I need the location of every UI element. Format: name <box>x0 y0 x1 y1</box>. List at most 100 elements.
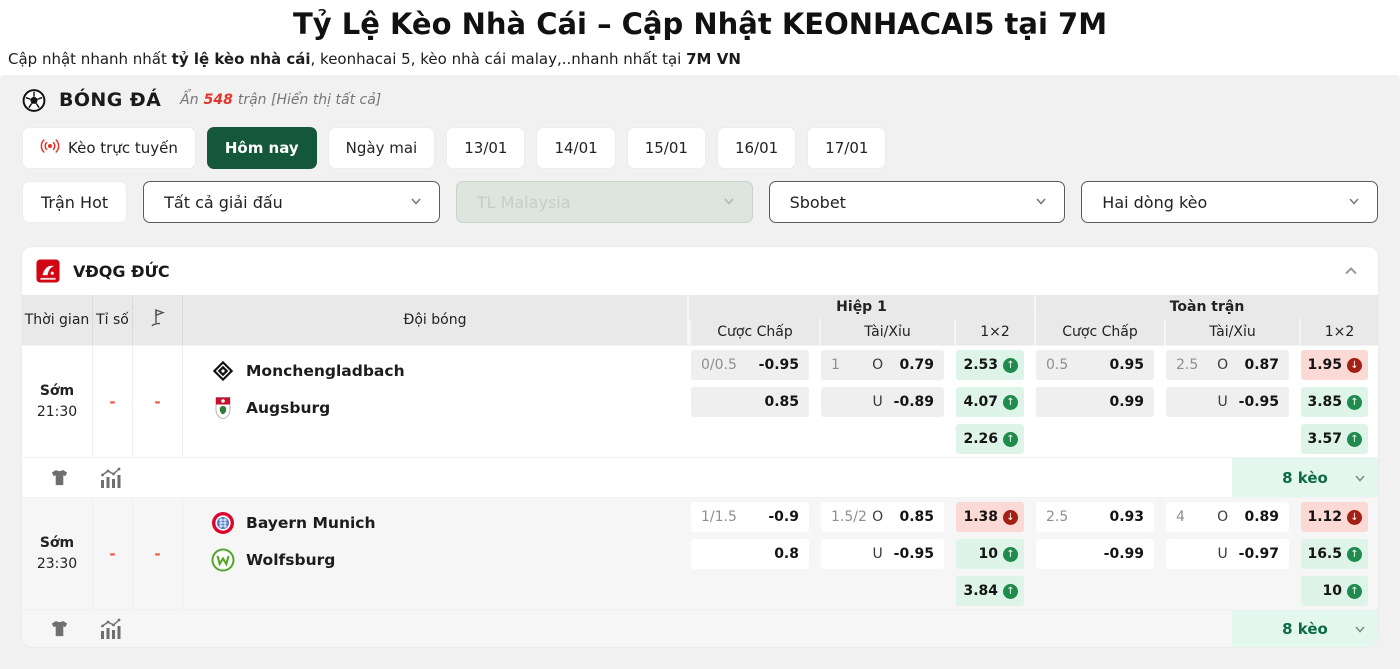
soccer-ball-icon <box>22 88 46 112</box>
away-team-link[interactable]: Wolfsburg <box>211 548 689 572</box>
h1-under-odds[interactable]: U-0.89 <box>821 387 944 417</box>
tab-date-16-01[interactable]: 16/01 <box>717 127 796 169</box>
chevron-up-icon[interactable] <box>1340 260 1362 282</box>
hot-matches-button[interactable]: Trận Hot <box>22 181 127 223</box>
h1-1x2-away-odds[interactable]: 4.07↑ <box>956 387 1024 417</box>
odds-up-icon: ↑ <box>1003 432 1018 447</box>
augsburg-logo-icon <box>211 396 235 420</box>
bundesliga-logo-icon <box>36 259 60 283</box>
h1-handicap-away-odds[interactable]: 0.85 <box>691 387 809 417</box>
col-score: Tỉ số <box>93 295 133 345</box>
col-h1-handicap: Cược Chấp <box>689 319 819 345</box>
match-corners: - <box>133 498 183 609</box>
chevron-down-icon <box>1352 470 1368 486</box>
home-team-link[interactable]: Monchengladbach <box>211 359 689 383</box>
jersey-icon[interactable] <box>50 468 69 487</box>
ft-handicap-home-odds[interactable]: 0.50.95 <box>1036 350 1154 380</box>
sport-title: BÓNG ĐÁ <box>59 89 161 111</box>
group-first-half: Hiệp 1 <box>689 295 1034 319</box>
odds-lines-select[interactable]: Hai dòng kèo <box>1081 181 1378 223</box>
bookmaker-select[interactable]: Sbobet <box>769 181 1066 223</box>
ft-1x2-away-odds[interactable]: 3.85↑ <box>1301 387 1368 417</box>
h1-1x2-away-odds[interactable]: 10↑ <box>956 539 1024 569</box>
home-team-link[interactable]: Bayern Munich <box>211 511 689 535</box>
ft-1x2-draw-odds[interactable]: 3.57↑ <box>1301 424 1368 454</box>
live-icon <box>40 138 60 158</box>
match-score: - <box>93 498 133 609</box>
odds-up-icon: ↑ <box>1003 584 1018 599</box>
h1-under-odds[interactable]: U-0.95 <box>821 539 944 569</box>
league-header: VĐQG ĐỨC <box>22 247 1378 295</box>
ft-1x2-home-odds[interactable]: 1.12↓ <box>1301 502 1368 532</box>
bayern-munich-logo-icon <box>211 511 235 535</box>
h1-handicap-home-odds[interactable]: 1/1.5-0.9 <box>691 502 809 532</box>
col-corner <box>133 295 183 345</box>
chevron-down-icon <box>409 193 423 212</box>
ft-over-odds[interactable]: 2.5O0.87 <box>1166 350 1289 380</box>
tab-date-15-01[interactable]: 15/01 <box>627 127 706 169</box>
filter-bar: Trận Hot Tất cả giải đấu TL Malaysia Sbo… <box>22 181 1378 223</box>
col-time: Thời gian <box>22 295 93 345</box>
chevron-down-icon <box>1347 193 1361 212</box>
col-teams: Đội bóng <box>183 295 689 345</box>
ft-1x2-away-odds[interactable]: 16.5↑ <box>1301 539 1368 569</box>
tab-date-17-01[interactable]: 17/01 <box>807 127 886 169</box>
chevron-down-icon <box>1352 621 1368 637</box>
match-row-1: Sớm 21:30 - - Monchengladbach Augsburg <box>22 345 1378 457</box>
ft-under-odds[interactable]: U-0.95 <box>1166 387 1289 417</box>
ft-under-odds[interactable]: U-0.97 <box>1166 539 1289 569</box>
hidden-matches-toggle[interactable]: Ẩn548trận [Hiển thị tất cả] <box>180 92 381 108</box>
group-full-time: Toàn trận <box>1034 295 1378 319</box>
league-name: VĐQG ĐỨC <box>73 262 170 281</box>
corner-flag-icon <box>149 308 167 332</box>
tab-today[interactable]: Hôm nay <box>207 127 317 169</box>
odds-up-icon: ↑ <box>1003 547 1018 562</box>
odds-up-icon: ↑ <box>1003 395 1018 410</box>
ft-handicap-away-odds[interactable]: -0.99 <box>1036 539 1154 569</box>
page-subtitle: Cập nhật nhanh nhất tỷ lệ kèo nhà cái, k… <box>0 50 1400 75</box>
odds-table-header: Thời gian Tỉ số Đội bóng Hiệp 1 Toàn trậ… <box>22 295 1378 345</box>
odds-up-icon: ↑ <box>1347 395 1362 410</box>
match-score: - <box>93 346 133 457</box>
h1-1x2-draw-odds[interactable]: 2.26↑ <box>956 424 1024 454</box>
col-h1-overunder: Tài/Xỉu <box>819 319 954 345</box>
sport-header: BÓNG ĐÁ Ẩn548trận [Hiển thị tất cả] <box>22 77 1378 123</box>
tab-tomorrow[interactable]: Ngày mai <box>328 127 436 169</box>
match-tools-1: 8 kèo <box>22 457 1378 497</box>
odds-up-icon: ↑ <box>1347 432 1362 447</box>
league-card: VĐQG ĐỨC Thời gian Tỉ số Đội bóng Hiệp 1… <box>22 247 1378 647</box>
odds-down-icon: ↓ <box>1347 510 1362 525</box>
chevron-down-icon <box>722 193 736 212</box>
tab-live-odds[interactable]: Kèo trực tuyến <box>22 127 196 169</box>
h1-1x2-draw-odds[interactable]: 3.84↑ <box>956 576 1024 606</box>
stats-chart-icon[interactable] <box>99 467 123 489</box>
col-ft-handicap: Cược Chấp <box>1034 319 1164 345</box>
h1-1x2-home-odds[interactable]: 2.53↑ <box>956 350 1024 380</box>
more-odds-toggle[interactable]: 8 kèo <box>1232 610 1378 647</box>
page-title: Tỷ Lệ Kèo Nhà Cái – Cập Nhật KEONHACAI5 … <box>0 0 1400 50</box>
h1-handicap-home-odds[interactable]: 0/0.5-0.95 <box>691 350 809 380</box>
match-corners: - <box>133 346 183 457</box>
more-odds-toggle[interactable]: 8 kèo <box>1232 458 1378 497</box>
col-ft-overunder: Tài/Xỉu <box>1164 319 1299 345</box>
match-time: Sớm 21:30 <box>22 346 93 457</box>
h1-over-odds[interactable]: 1.5/2O0.85 <box>821 502 944 532</box>
ft-handicap-away-odds[interactable]: 0.99 <box>1036 387 1154 417</box>
jersey-icon[interactable] <box>50 619 69 638</box>
col-ft-1x2: 1×2 <box>1299 319 1378 345</box>
h1-1x2-home-odds[interactable]: 1.38↓ <box>956 502 1024 532</box>
h1-over-odds[interactable]: 1O0.79 <box>821 350 944 380</box>
ft-handicap-home-odds[interactable]: 2.50.93 <box>1036 502 1154 532</box>
stats-chart-icon[interactable] <box>99 618 123 640</box>
date-tabs: Kèo trực tuyến Hôm nay Ngày mai 13/01 14… <box>22 127 1378 169</box>
odds-up-icon: ↑ <box>1347 547 1362 562</box>
ft-over-odds[interactable]: 4O0.89 <box>1166 502 1289 532</box>
tab-date-14-01[interactable]: 14/01 <box>536 127 615 169</box>
odds-format-select: TL Malaysia <box>456 181 753 223</box>
h1-handicap-away-odds[interactable]: 0.8 <box>691 539 809 569</box>
ft-1x2-home-odds[interactable]: 1.95↓ <box>1301 350 1368 380</box>
away-team-link[interactable]: Augsburg <box>211 396 689 420</box>
tab-date-13-01[interactable]: 13/01 <box>446 127 525 169</box>
league-select[interactable]: Tất cả giải đấu <box>143 181 440 223</box>
ft-1x2-draw-odds[interactable]: 10↑ <box>1301 576 1368 606</box>
